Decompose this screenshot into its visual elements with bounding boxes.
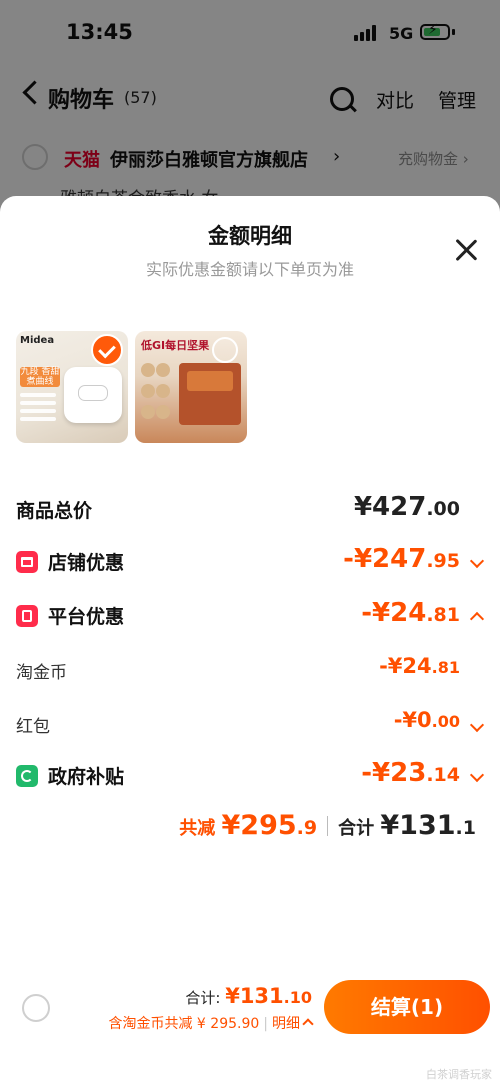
store-discount-label: 店铺优惠 [48, 552, 125, 574]
footer-total-label: 合计: [185, 989, 226, 1007]
footer-separator: | [263, 1016, 268, 1032]
chevron-down-icon[interactable] [469, 553, 485, 569]
chevron-down-icon[interactable] [469, 717, 485, 733]
gov-subsidy-icon [16, 765, 38, 787]
taojinbi-value: -¥24.81 [379, 654, 460, 678]
row-red-packet[interactable]: 红包 -¥0.00 [16, 706, 485, 746]
row-goods-total: 商品总价 ¥427.00 [16, 490, 484, 530]
chevron-up-icon[interactable] [302, 1018, 314, 1030]
footer-saving-text: 含淘金币共减 ¥ 295.90 [108, 1016, 260, 1032]
nut-box-image [179, 363, 241, 425]
row-taojinbi: 淘金币 -¥24.81 [16, 652, 484, 692]
footer-total-decimal: .10 [283, 988, 312, 1007]
checked-icon[interactable] [91, 334, 123, 366]
footer-total-amount: ¥131 [225, 984, 284, 1008]
sheet-title: 金额明细 [208, 224, 292, 248]
platform-discount-icon [16, 605, 38, 627]
red-packet-label: 红包 [16, 717, 50, 737]
summary-divider [327, 816, 329, 836]
saved-label: 共减 [179, 818, 222, 839]
footer-total: 合计: ¥131.10 [185, 984, 312, 1008]
store-discount-value: -¥247.95 [343, 544, 460, 574]
detail-link[interactable]: 明细 [272, 1016, 300, 1032]
close-icon[interactable] [452, 236, 480, 264]
row-gov-subsidy[interactable]: 政府补贴 -¥23.14 [16, 756, 485, 796]
watermark: 白茶调香玩家 [426, 1068, 492, 1081]
gov-subsidy-label: 政府补贴 [48, 766, 125, 788]
gov-subsidy-value: -¥23.14 [361, 758, 460, 788]
platform-discount-value: -¥24.81 [361, 598, 460, 628]
footer-saving[interactable]: 含淘金币共减 ¥ 295.90 | 明细 [108, 1013, 314, 1033]
red-packet-value: -¥0.00 [393, 708, 460, 732]
taojinbi-label: 淘金币 [16, 663, 67, 683]
checkout-button[interactable]: 结算(1) [324, 980, 490, 1034]
product-brand: Midea [20, 335, 55, 346]
chevron-down-icon[interactable] [469, 767, 485, 783]
sum-total-label: 合计 [338, 818, 381, 839]
row-platform-discount[interactable]: 平台优惠 -¥24.81 [16, 596, 485, 636]
goods-total-value: ¥427.00 [353, 492, 460, 522]
goods-total-label: 商品总价 [16, 500, 93, 522]
nut-grid-image [141, 363, 175, 433]
saved-amount: ¥295 [221, 810, 297, 841]
platform-discount-label: 平台优惠 [48, 606, 125, 628]
summary-line: 共减 ¥295.9 合计 ¥131.1 [179, 810, 476, 844]
product-feature-list [20, 393, 56, 427]
sum-total-amount: ¥131 [380, 810, 456, 841]
chevron-up-icon[interactable] [469, 611, 485, 627]
product-tag: 九段 香甜煮曲线 [20, 367, 60, 387]
store-discount-icon [16, 551, 38, 573]
select-all-radio[interactable] [22, 994, 50, 1022]
product-banner: 低GI每日坚果 [141, 339, 210, 352]
amount-detail-sheet: 金额明细 实际优惠金额请以下单页为准 Midea 九段 香甜煮曲线 低GI每日坚… [0, 196, 500, 1084]
unchecked-radio-icon[interactable] [212, 337, 238, 363]
sheet-subtitle: 实际优惠金额请以下单页为准 [145, 260, 354, 279]
row-store-discount[interactable]: 店铺优惠 -¥247.95 [16, 542, 485, 582]
saved-amount-decimal: .9 [296, 817, 318, 839]
cooker-panel [78, 385, 108, 401]
sum-total-decimal: .1 [455, 817, 476, 839]
